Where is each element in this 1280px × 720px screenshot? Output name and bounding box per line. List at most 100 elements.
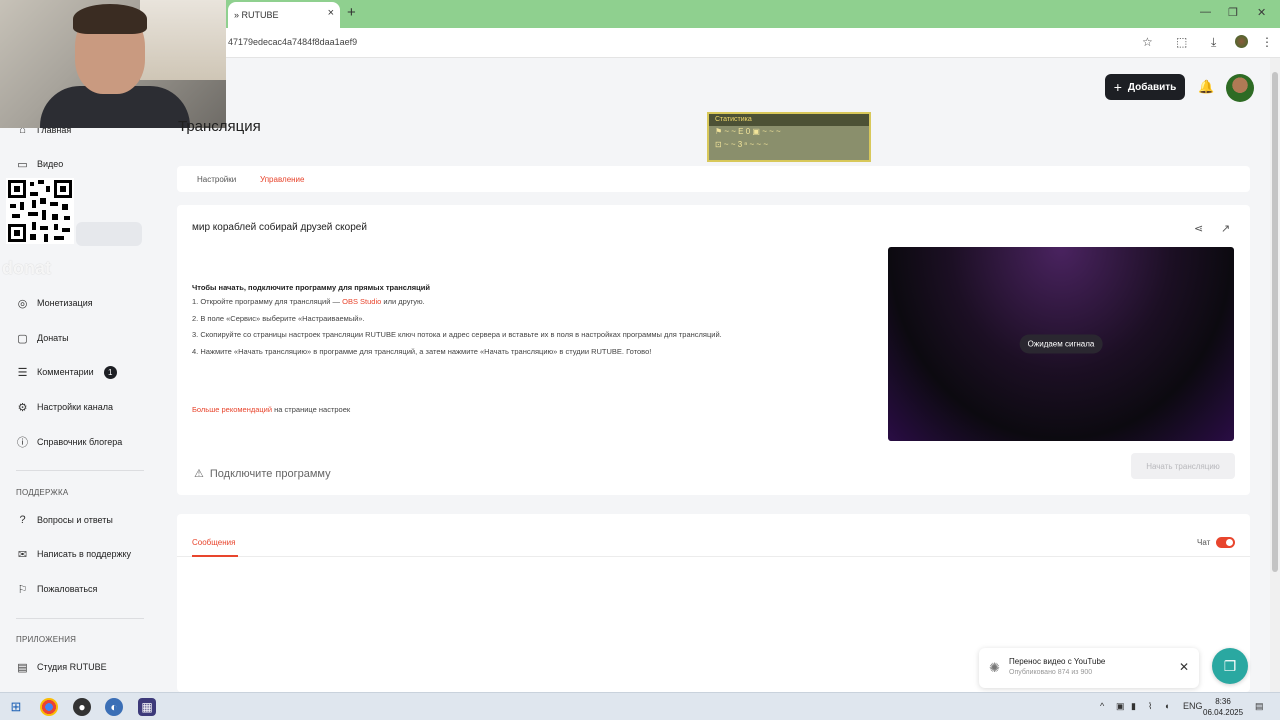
- gear-icon: ⚙: [17, 401, 28, 414]
- tray-app-icon[interactable]: ▮: [1131, 701, 1136, 712]
- tab-close-icon[interactable]: ×: [328, 7, 334, 19]
- messages-tab-indicator: [192, 555, 238, 557]
- webcam-overlay: [0, 0, 226, 128]
- studio-icon: ▤: [17, 661, 28, 674]
- browser-profile-avatar[interactable]: [1235, 35, 1248, 48]
- stats-title: Статистика: [709, 114, 869, 126]
- sidebar-divider: [16, 470, 144, 471]
- sidebar-item-donations[interactable]: ▢ Донаты: [16, 326, 142, 350]
- taskbar-clock[interactable]: 8:36 06.04.2025: [1203, 696, 1243, 718]
- mail-icon: ✉: [17, 548, 28, 561]
- help-chat-button[interactable]: ❐: [1212, 648, 1248, 684]
- sidebar-item-studio-rutube[interactable]: ▤ Студия RUTUBE: [16, 655, 142, 679]
- flag-icon: ⚐: [17, 583, 28, 596]
- clock-date: 06.04.2025: [1203, 708, 1244, 717]
- download-icon[interactable]: ⤓: [1211, 35, 1216, 50]
- sidebar-item-comments[interactable]: ☰ Комментарии 1: [16, 360, 142, 384]
- stats-row: ⊡ ~ ~ 3 ⁿ ~ ~ ~: [715, 140, 768, 149]
- toast-subtitle: Опубликовано 874 из 900: [1009, 669, 1093, 676]
- sidebar-item-report[interactable]: ⚐ Пожаловаться: [16, 577, 142, 601]
- stats-row: ⚑ ~ ~ E 0 ▣ ~ ~ ~: [715, 127, 781, 136]
- tray-volume-icon[interactable]: ◖: [1164, 701, 1169, 711]
- watermark-text: donat: [2, 258, 51, 278]
- stream-title: мир кораблей собирай друзей скорей: [192, 222, 367, 233]
- add-button[interactable]: + Добавить: [1105, 74, 1185, 100]
- support-section-title: ПОДДЕРЖКА: [16, 488, 69, 497]
- messages-divider: [177, 556, 1250, 557]
- bookmark-star-icon[interactable]: ☆: [1142, 35, 1153, 49]
- tray-app-icon[interactable]: ▣: [1116, 701, 1125, 712]
- obs-studio-link[interactable]: OBS Studio: [342, 297, 381, 306]
- spinner-icon: ✺: [989, 660, 1000, 675]
- tray-network-icon[interactable]: ⌇: [1148, 701, 1152, 712]
- apps-section-title: ПРИЛОЖЕНИЯ: [16, 635, 77, 644]
- window-close-icon[interactable]: ✕: [1257, 6, 1266, 19]
- clock-time: 8:36: [1215, 697, 1231, 706]
- stream-card: мир кораблей собирай друзей скорей ⋖ ↗ Ч…: [177, 205, 1250, 495]
- more-recommendations-link[interactable]: Больше рекомендаций: [192, 405, 272, 414]
- tray-language[interactable]: ENG: [1183, 701, 1203, 711]
- browser-tab[interactable]: » RUTUBE ×: [228, 2, 340, 28]
- add-button-label: Добавить: [1127, 81, 1177, 93]
- tab-messages[interactable]: Сообщения: [192, 538, 235, 547]
- url-field[interactable]: 47179edecac4a7484f8daa1aef9: [228, 37, 357, 47]
- donate-icon: ▢: [17, 332, 28, 345]
- windows-start-icon[interactable]: ⊞: [7, 698, 25, 716]
- restore-icon[interactable]: ❐: [1228, 6, 1238, 19]
- qr-code-image: [6, 178, 74, 244]
- more-recommendations: Больше рекомендаций на странице настроек: [192, 405, 351, 414]
- instruction-step-4: 4. Нажмите «Начать трансляцию» в програм…: [192, 347, 652, 356]
- start-stream-button[interactable]: Начать трансляцию: [1131, 453, 1235, 479]
- sidebar-item-video[interactable]: ▭ Видео: [16, 152, 142, 176]
- instructions-title: Чтобы начать, подключите программу для п…: [192, 283, 430, 292]
- browser-menu-icon[interactable]: ⋮: [1261, 35, 1273, 49]
- sidebar-item-contact-support[interactable]: ✉ Написать в поддержку: [16, 542, 142, 566]
- chat-toggle-label: Чат: [1197, 538, 1211, 547]
- bell-icon[interactable]: 🔔: [1198, 79, 1214, 95]
- sidebar-item-monetization[interactable]: ◎ Монетизация: [16, 291, 142, 315]
- page-tabs: Настройки Управление: [177, 166, 1250, 192]
- page-title: Трансляция: [178, 118, 261, 135]
- user-avatar[interactable]: [1226, 74, 1254, 102]
- scrollbar-thumb[interactable]: [1272, 72, 1278, 572]
- extensions-icon[interactable]: ⬚: [1176, 35, 1187, 49]
- warning-icon: ⚠: [194, 468, 204, 480]
- toast-close-icon[interactable]: ✕: [1179, 660, 1189, 674]
- chrome-icon[interactable]: [40, 698, 58, 716]
- connect-program-status: ⚠ Подключите программу: [194, 467, 331, 481]
- minimize-icon[interactable]: —: [1200, 6, 1211, 18]
- sidebar-divider: [16, 618, 144, 619]
- page-scrollbar[interactable]: [1270, 58, 1280, 692]
- video-icon: ▭: [17, 158, 28, 171]
- app-icon[interactable]: ◐: [105, 698, 123, 716]
- new-tab-button[interactable]: +: [347, 4, 356, 21]
- money-icon: ◎: [17, 297, 28, 310]
- notifications-icon[interactable]: ▤: [1255, 701, 1264, 712]
- stats-overlay: Статистика ⚑ ~ ~ E 0 ▣ ~ ~ ~ ⊡ ~ ~ 3 ⁿ ~…: [707, 112, 871, 162]
- stream-preview: Ожидаем сигнала: [888, 247, 1234, 441]
- sidebar-item-blogger-guide[interactable]: ⓘ Справочник блогера: [16, 430, 142, 454]
- tab-management[interactable]: Управление: [260, 175, 304, 184]
- sidebar-item-active[interactable]: [76, 222, 142, 246]
- obs-icon[interactable]: ●: [73, 698, 91, 716]
- comment-icon: ☰: [17, 366, 28, 379]
- chat-bubble-icon: ❐: [1223, 657, 1237, 674]
- app-icon[interactable]: ▦: [138, 698, 156, 716]
- tray-chevron-icon[interactable]: ^: [1100, 701, 1104, 711]
- tab-settings[interactable]: Настройки: [197, 175, 236, 184]
- info-icon: ⓘ: [17, 437, 28, 449]
- sidebar-item-faq[interactable]: ? Вопросы и ответы: [16, 508, 142, 532]
- migration-toast: ✺ Перенос видео с YouTube Опубликовано 8…: [979, 648, 1199, 688]
- share-icon[interactable]: ⋖: [1194, 222, 1203, 235]
- open-external-icon[interactable]: ↗: [1221, 222, 1230, 235]
- waiting-signal-label: Ожидаем сигнала: [1019, 334, 1103, 354]
- comments-badge: 1: [103, 365, 117, 379]
- instruction-step-3: 3. Скопируйте со страницы настроек транс…: [192, 330, 722, 339]
- browser-tab-title: » RUTUBE: [234, 10, 279, 20]
- sidebar-item-channel-settings[interactable]: ⚙ Настройки канала: [16, 395, 142, 419]
- chat-toggle[interactable]: [1216, 537, 1235, 548]
- instruction-step-1: 1. Откройте программу для трансляций — O…: [192, 297, 425, 306]
- os-taskbar: ⊞ ● ◐ ▦ ^ ▣ ▮ ⌇ ◖ ENG 8:36 06.04.2025 ▤: [0, 692, 1280, 720]
- question-icon: ?: [19, 514, 26, 526]
- plus-icon: +: [1113, 79, 1122, 95]
